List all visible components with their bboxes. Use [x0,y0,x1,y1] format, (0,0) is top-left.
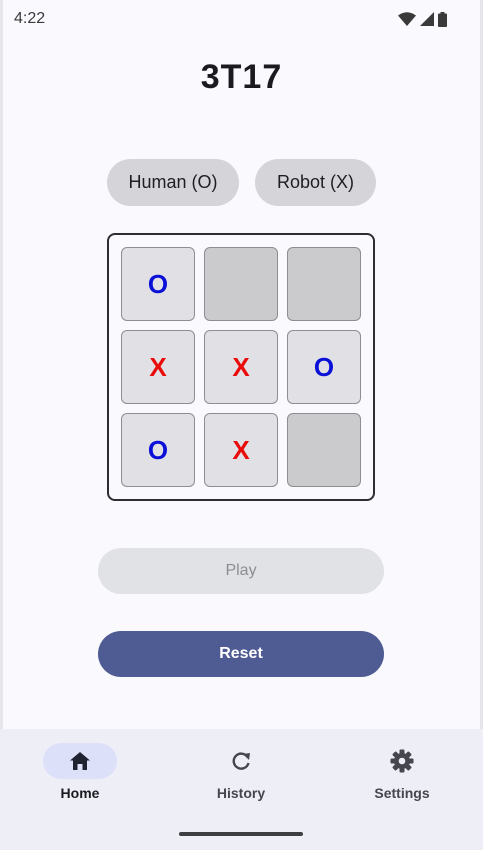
nav-settings-indicator [365,743,439,779]
board-cell-1[interactable]: O [121,247,195,321]
left-frame-edge [0,0,3,850]
board-cell-2[interactable] [204,247,278,321]
board-cell-6[interactable]: O [287,330,361,404]
nav-history-indicator [204,743,278,779]
reset-button[interactable]: Reset [98,631,384,677]
nav-label-settings: Settings [374,785,430,801]
nav-item-settings[interactable]: Settings [332,729,472,819]
nav-label-home: Home [60,785,100,801]
home-icon [70,752,90,770]
battery-icon [438,11,447,27]
board-cell-4[interactable]: X [121,330,195,404]
nav-item-history[interactable]: History [171,729,311,819]
status-icons [398,11,447,27]
app-title: 3T17 [200,58,283,96]
board-cell-9[interactable] [287,413,361,487]
gesture-home-indicator [179,832,303,836]
nav-item-home[interactable]: Home [10,729,150,819]
nav-label-history: History [216,785,266,801]
robot-player-chip[interactable]: Robot (X) [255,159,376,206]
status-time: 4:22 [14,10,46,27]
board-cell-3[interactable] [287,247,361,321]
board-cell-7[interactable]: O [121,413,195,487]
board-cell-5[interactable]: X [204,330,278,404]
game-board: O X X O O X [107,233,375,501]
wifi-icon [398,12,416,26]
status-bar: 4:22 [0,0,483,38]
signal-icon [420,12,434,26]
board-cell-8[interactable]: X [204,413,278,487]
human-player-chip[interactable]: Human (O) [107,159,239,206]
gear-icon [390,749,414,773]
play-button[interactable]: Play [98,548,384,594]
nav-home-indicator [43,743,117,779]
refresh-icon [232,752,250,770]
